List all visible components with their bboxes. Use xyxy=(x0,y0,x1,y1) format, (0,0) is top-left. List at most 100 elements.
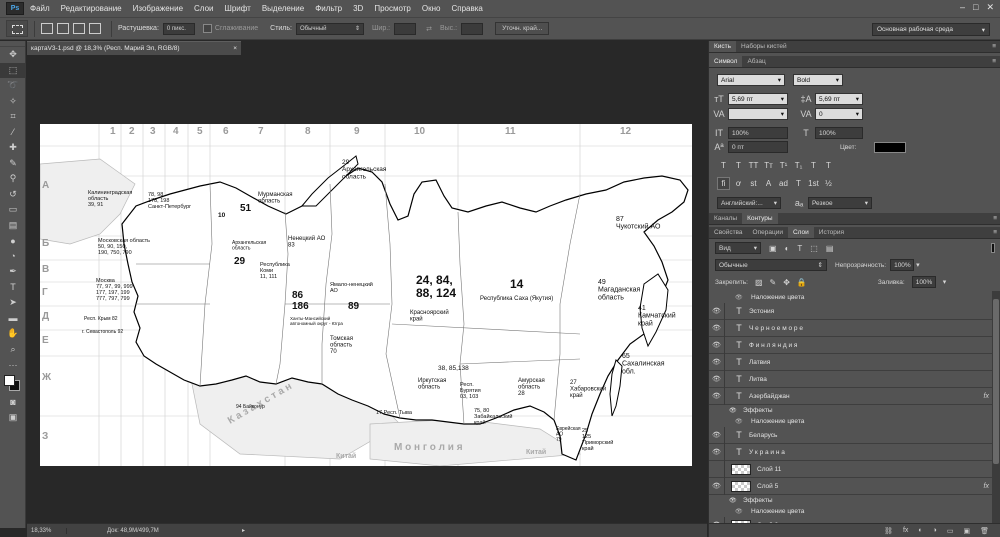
visibility-eye-icon[interactable]: 👁 xyxy=(709,302,725,320)
layer-row[interactable]: 👁 T У к р а и н а xyxy=(709,443,993,461)
new-selection-icon[interactable] xyxy=(41,23,53,34)
zoom-tool-icon[interactable]: ⌕ xyxy=(0,342,26,358)
antialias-select[interactable]: Резкое ▾ xyxy=(808,197,872,209)
visibility-eye-icon[interactable]: 👁 xyxy=(709,426,725,444)
subtract-selection-icon[interactable] xyxy=(73,23,85,34)
eraser-tool-icon[interactable]: ▭ xyxy=(0,202,26,218)
baseline-shift-input[interactable]: 0 пт xyxy=(728,141,788,153)
layer-row[interactable]: 👁 T Азербайджан fx xyxy=(709,387,993,405)
refine-edge-button[interactable]: Уточн. край... xyxy=(495,22,550,35)
faux-bold-icon[interactable]: T xyxy=(717,159,730,172)
lock-position-icon[interactable]: ✥ xyxy=(783,278,790,287)
visibility-eye-icon[interactable]: 👁 xyxy=(709,353,725,371)
workspace-select[interactable]: Основная рабочая среда ▾ xyxy=(872,23,990,36)
layers-scrollbar[interactable] xyxy=(992,291,1000,523)
close-tab-icon[interactable]: × xyxy=(233,45,237,52)
font-size-select[interactable]: 5,69 пт ▾ xyxy=(728,93,788,105)
document-tab[interactable]: картаV3-1.psd @ 18,3% (Респ. Марий Эл, R… xyxy=(27,41,241,55)
tab-paths[interactable]: Контуры xyxy=(742,213,778,224)
add-selection-icon[interactable] xyxy=(57,23,69,34)
layer-row[interactable]: 👁 T Литва xyxy=(709,370,993,388)
type-tool-icon[interactable]: T xyxy=(0,280,26,296)
effect-visibility-icon[interactable]: 👁 xyxy=(735,418,743,425)
healing-brush-tool-icon[interactable]: ✚ xyxy=(0,140,26,156)
minimize-button[interactable]: – xyxy=(960,2,965,13)
effect-visibility-icon[interactable]: 👁 xyxy=(729,407,737,414)
menu-filter[interactable]: Фильтр xyxy=(315,4,342,13)
magic-wand-tool-icon[interactable]: ✧ xyxy=(0,94,26,110)
blend-mode-select[interactable]: Обычные ⇕ xyxy=(715,259,827,271)
faux-italic-icon[interactable]: T xyxy=(732,159,745,172)
tab-brush-presets[interactable]: Наборы кистей xyxy=(736,41,792,52)
style-select[interactable]: Обычный ⇕ xyxy=(296,22,364,35)
document-canvas[interactable]: 1 2 3 4 5 6 7 8 9 10 11 12 А Б В Г Д Е Ж… xyxy=(40,124,692,466)
layer-style-icon[interactable]: fx xyxy=(903,527,908,534)
move-tool-icon[interactable]: ✥ xyxy=(0,47,26,63)
layer-row[interactable]: 👁 T Ч е р н о е м о р е xyxy=(709,319,993,337)
superscript-icon[interactable]: T¹ xyxy=(777,159,790,172)
layer-row[interactable]: 👁 T Латвия xyxy=(709,353,993,371)
tab-brush[interactable]: Кисть xyxy=(709,41,737,52)
lock-transparency-icon[interactable]: ▨ xyxy=(755,278,763,287)
visibility-eye-icon[interactable]: 👁 xyxy=(709,387,725,405)
visibility-eye-icon[interactable]: 👁 xyxy=(709,370,725,388)
fractions-icon[interactable]: ½ xyxy=(822,177,835,190)
menu-view[interactable]: Просмотр xyxy=(374,4,411,13)
fill-input[interactable]: 100% xyxy=(911,276,936,288)
menu-help[interactable]: Справка xyxy=(451,4,482,13)
blur-tool-icon[interactable]: ● xyxy=(0,233,26,249)
panel-menu-icon[interactable]: ≡ xyxy=(992,43,996,50)
ordinals-icon[interactable]: 1st xyxy=(807,177,820,190)
strikethrough-icon[interactable]: T xyxy=(822,159,835,172)
stylistic-alternates-icon[interactable]: ad xyxy=(777,177,790,190)
link-layers-icon[interactable]: ⛓ xyxy=(884,527,893,535)
antialias-checkbox[interactable] xyxy=(202,24,212,33)
old-style-icon[interactable]: ơ xyxy=(732,177,745,190)
all-caps-icon[interactable]: TT xyxy=(747,159,760,172)
menu-type[interactable]: Шрифт xyxy=(224,4,250,13)
kerning-select[interactable]: ▾ xyxy=(728,108,788,120)
width-input[interactable] xyxy=(394,22,417,35)
tool-preset-icon[interactable] xyxy=(6,20,28,37)
lasso-tool-icon[interactable]: ➰ xyxy=(0,78,26,94)
horizontal-scale-input[interactable]: 100% xyxy=(815,127,863,139)
feather-input[interactable]: 0 пикс. xyxy=(162,22,195,35)
effect-visibility-icon[interactable]: 👁 xyxy=(735,508,743,515)
path-selection-tool-icon[interactable]: ➤ xyxy=(0,295,26,311)
layer-row[interactable]: 👁 T Ф и н л я н д и я xyxy=(709,336,993,354)
status-menu-icon[interactable]: ▸ xyxy=(242,527,245,534)
language-select[interactable]: Английский:... ▾ xyxy=(717,197,781,209)
quick-mask-icon[interactable]: ◙ xyxy=(0,395,26,411)
discretionary-ligatures-icon[interactable]: st xyxy=(747,177,760,190)
filter-pixel-icon[interactable]: ▣ xyxy=(769,244,777,253)
gradient-tool-icon[interactable]: ▤ xyxy=(0,218,26,234)
titling-alternates-icon[interactable]: T xyxy=(792,177,805,190)
menu-window[interactable]: Окно xyxy=(422,4,441,13)
visibility-eye-icon[interactable]: 👁 xyxy=(709,443,725,461)
subscript-icon[interactable]: T₁ xyxy=(792,159,805,172)
text-color-swatch[interactable] xyxy=(874,141,906,153)
marquee-tool-icon[interactable]: ⬚ xyxy=(0,62,26,78)
intersect-selection-icon[interactable] xyxy=(89,23,101,34)
layer-filter-select[interactable]: Вид ▾ xyxy=(715,242,761,254)
layer-effect-row[interactable]: 👁 Наложение цвета xyxy=(709,292,993,303)
opacity-input[interactable]: 100% xyxy=(890,259,915,271)
brush-tool-icon[interactable]: ✎ xyxy=(0,156,26,172)
filter-shape-icon[interactable]: ⬚ xyxy=(810,244,818,253)
visibility-eye-icon[interactable]: 👁 xyxy=(709,336,725,354)
screen-mode-icon[interactable]: ▣ xyxy=(0,410,26,426)
new-layer-icon[interactable]: ▣ xyxy=(963,527,970,535)
scrollbar-thumb[interactable] xyxy=(993,299,999,464)
swash-icon[interactable]: A xyxy=(762,177,775,190)
menu-select[interactable]: Выделение xyxy=(262,4,304,13)
swap-icon[interactable]: ⇄ xyxy=(426,25,432,33)
leading-select[interactable]: 5,69 пт ▾ xyxy=(815,93,863,105)
underline-icon[interactable]: T xyxy=(807,159,820,172)
layer-row[interactable]: 👁 T Беларусь xyxy=(709,426,993,444)
visibility-eye-icon[interactable] xyxy=(709,460,725,478)
tab-channels[interactable]: Каналы xyxy=(709,213,742,224)
dodge-tool-icon[interactable]: ◔ xyxy=(0,249,26,265)
add-mask-icon[interactable]: ◐ xyxy=(918,527,922,534)
crop-tool-icon[interactable]: ⌗ xyxy=(0,109,26,125)
panel-menu-icon[interactable]: ≡ xyxy=(993,215,997,222)
